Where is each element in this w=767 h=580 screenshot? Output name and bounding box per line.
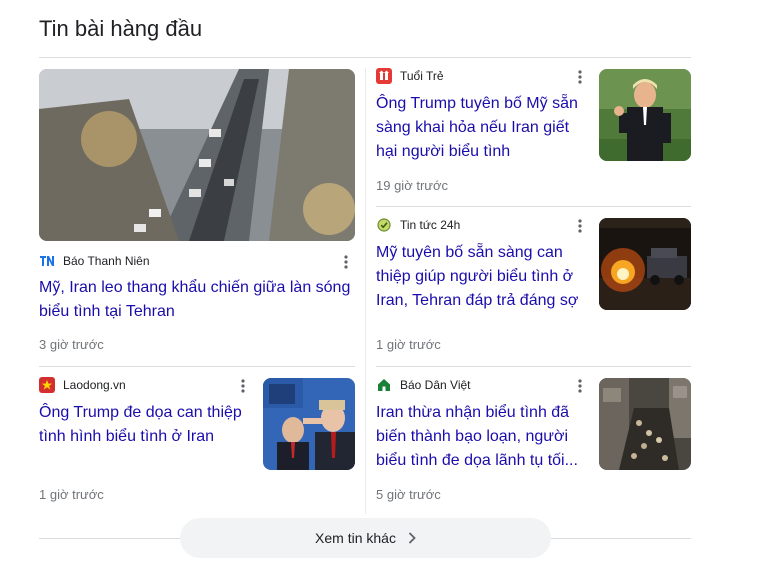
row-divider [376, 366, 691, 367]
more-options-icon[interactable] [338, 253, 354, 271]
column-divider [365, 68, 366, 514]
source-name[interactable]: Tin tức 24h [400, 218, 460, 232]
more-news-button[interactable]: Xem tin khác [180, 518, 551, 558]
story-card[interactable]: Báo Dân Việt Iran thừa nhận biểu tình đã… [376, 376, 691, 506]
story-thumbnail[interactable] [39, 69, 355, 241]
more-options-icon[interactable] [572, 217, 588, 235]
laodong-logo-icon [39, 377, 55, 393]
story-thumbnail[interactable] [599, 218, 691, 310]
source-name[interactable]: Tuổi Trẻ [400, 69, 444, 83]
more-options-icon[interactable] [235, 377, 251, 395]
story-thumbnail[interactable] [599, 69, 691, 161]
story-timestamp: 1 giờ trước [376, 337, 441, 352]
story-card[interactable]: Laodong.vn Ông Trump đe dọa can thiệp tì… [39, 376, 355, 506]
story-card-large[interactable]: Báo Thanh Niên Mỹ, Iran leo thang khẩu c… [39, 69, 355, 359]
source-name[interactable]: Báo Thanh Niên [63, 254, 150, 268]
story-card[interactable]: Tin tức 24h Mỹ tuyên bố sẵn sàng can thi… [376, 216, 691, 356]
story-timestamp: 5 giờ trước [376, 487, 441, 502]
more-news-label: Xem tin khác [315, 530, 396, 546]
story-headline[interactable]: Mỹ, Iran leo thang khẩu chiến giữa làn s… [39, 276, 355, 324]
source-name[interactable]: Báo Dân Việt [400, 378, 471, 392]
section-divider [39, 57, 691, 58]
story-headline[interactable]: Ông Trump đe dọa can thiệp tình hình biể… [39, 401, 251, 449]
more-options-icon[interactable] [572, 377, 588, 395]
story-timestamp: 1 giờ trước [39, 487, 104, 502]
tuoi-tre-logo-icon [376, 68, 392, 84]
story-card[interactable]: Tuổi Trẻ Ông Trump tuyên bố Mỹ sẵn sàng … [376, 67, 691, 197]
story-headline[interactable]: Iran thừa nhận biểu tình đã biến thành b… [376, 401, 588, 473]
tin-tuc-24h-logo-icon [376, 217, 392, 233]
chevron-right-icon [408, 532, 416, 544]
more-options-icon[interactable] [572, 68, 588, 86]
row-divider [39, 366, 355, 367]
row-divider [376, 206, 691, 207]
story-timestamp: 19 giờ trước [376, 178, 448, 193]
story-headline[interactable]: Ông Trump tuyên bố Mỹ sẵn sàng khai hỏa … [376, 92, 586, 164]
story-thumbnail[interactable] [263, 378, 355, 470]
thanh-nien-logo-icon [39, 253, 55, 269]
dan-viet-logo-icon [376, 377, 392, 393]
story-thumbnail[interactable] [599, 378, 691, 470]
source-name[interactable]: Laodong.vn [63, 378, 126, 392]
section-title: Tin bài hàng đầu [39, 16, 203, 41]
story-headline[interactable]: Mỹ tuyên bố sẵn sàng can thiệp giúp ngườ… [376, 241, 588, 313]
story-timestamp: 3 giờ trước [39, 337, 104, 352]
